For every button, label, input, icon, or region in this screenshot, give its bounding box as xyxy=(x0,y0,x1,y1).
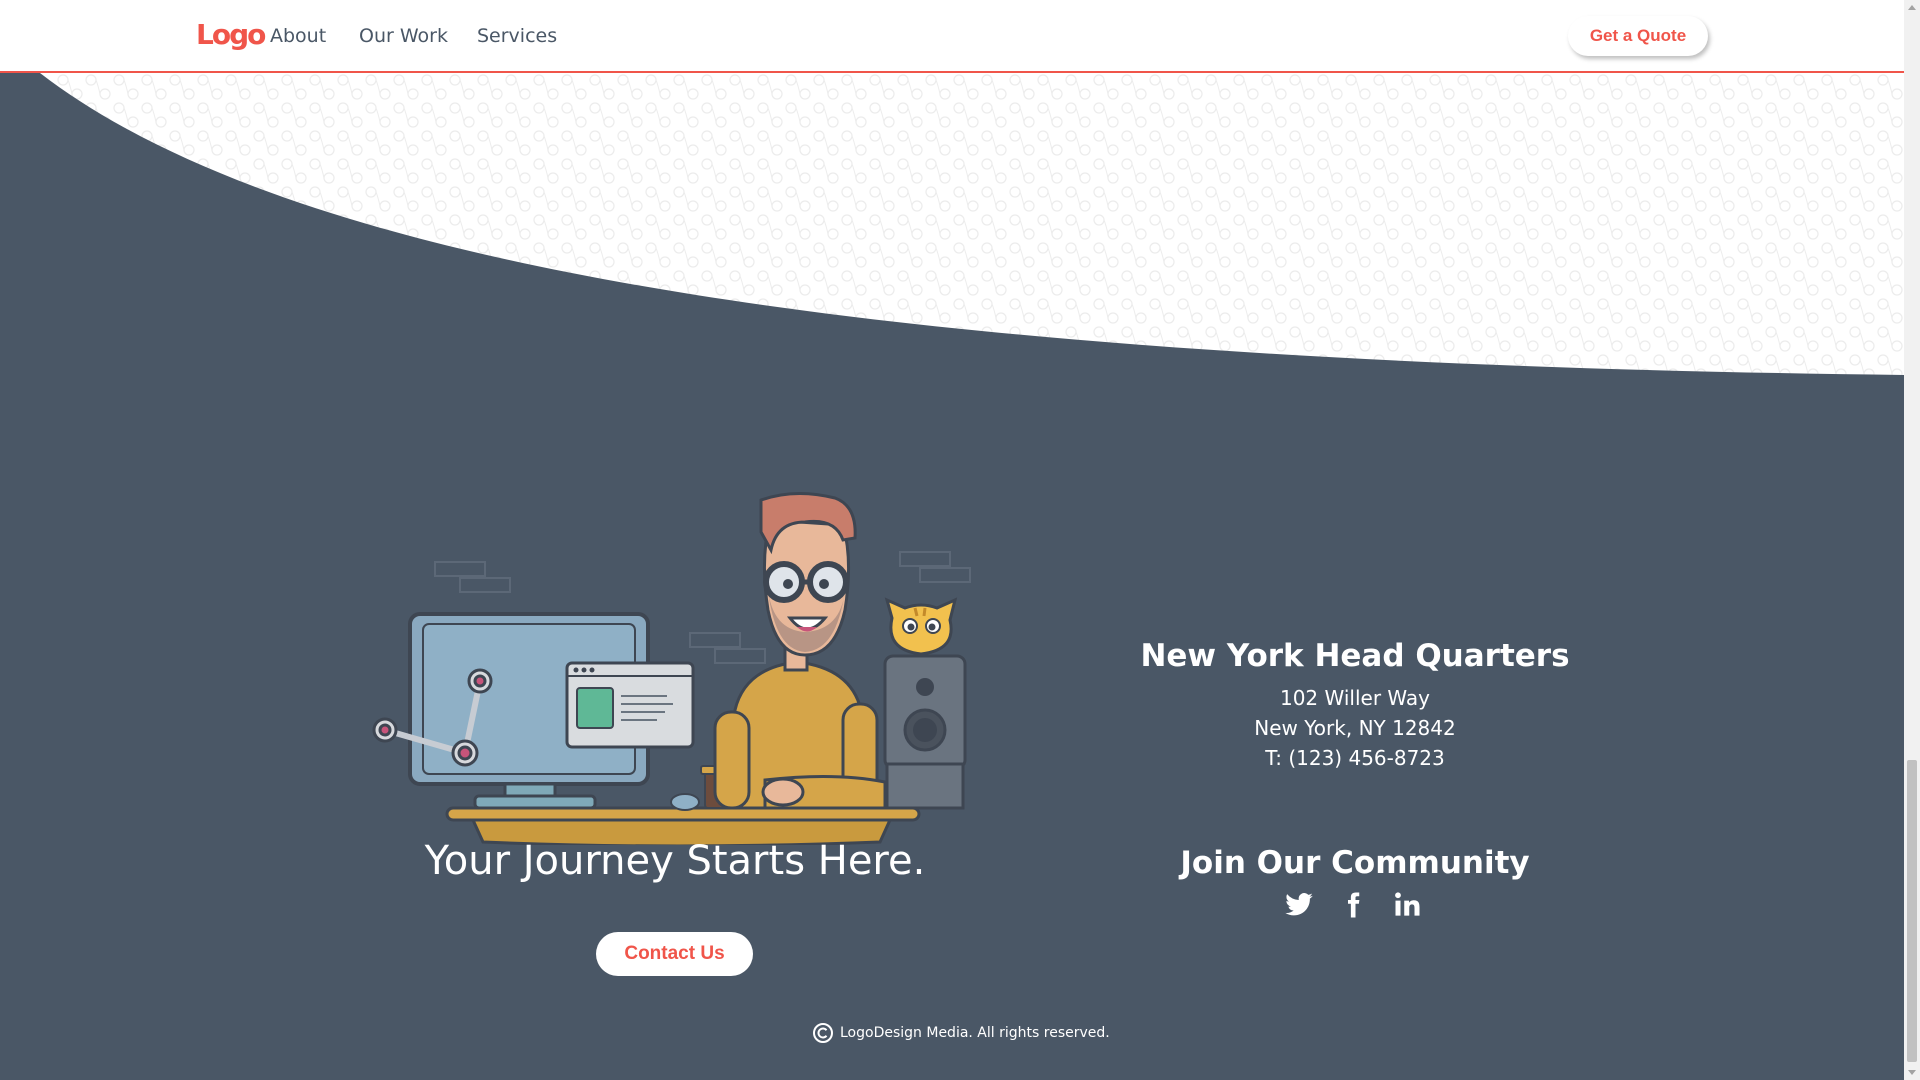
nav-link-our-work[interactable]: Our Work xyxy=(359,25,448,47)
contact-us-button[interactable]: Contact Us xyxy=(596,932,753,976)
facebook-icon[interactable] xyxy=(1338,890,1368,920)
copyright-footer: LogoDesign Media. All rights reserved. xyxy=(812,1022,1110,1044)
journey-heading: Your Journey Starts Here. xyxy=(424,838,926,884)
scroll-thumb[interactable] xyxy=(1907,760,1917,1062)
copyright-text: LogoDesign Media. All rights reserved. xyxy=(840,1025,1110,1041)
address-city: New York, NY 12842 xyxy=(1254,716,1456,740)
linkedin-icon[interactable] xyxy=(1393,890,1423,920)
community-heading: Join Our Community xyxy=(1180,845,1530,881)
get-a-quote-button[interactable]: Get a Quote xyxy=(1568,16,1708,56)
logo[interactable]: Logo xyxy=(196,18,266,51)
phone-number: T: (123) 456-8723 xyxy=(1265,746,1445,770)
scroll-down-icon[interactable] xyxy=(1908,1070,1916,1075)
nav-link-about[interactable]: About xyxy=(270,25,326,47)
twitter-icon[interactable] xyxy=(1284,890,1314,920)
scroll-up-icon[interactable] xyxy=(1908,5,1916,10)
hq-heading: New York Head Quarters xyxy=(1140,638,1570,674)
nav-link-services[interactable]: Services xyxy=(477,25,557,47)
wave-background xyxy=(0,73,1904,393)
top-navbar: Logo About Our Work Services Get a Quote xyxy=(0,0,1904,73)
address-street: 102 Willer Way xyxy=(1279,686,1430,710)
developer-illustration xyxy=(372,491,971,845)
vertical-scrollbar[interactable] xyxy=(1904,0,1920,1080)
copyright-icon xyxy=(813,1023,833,1043)
